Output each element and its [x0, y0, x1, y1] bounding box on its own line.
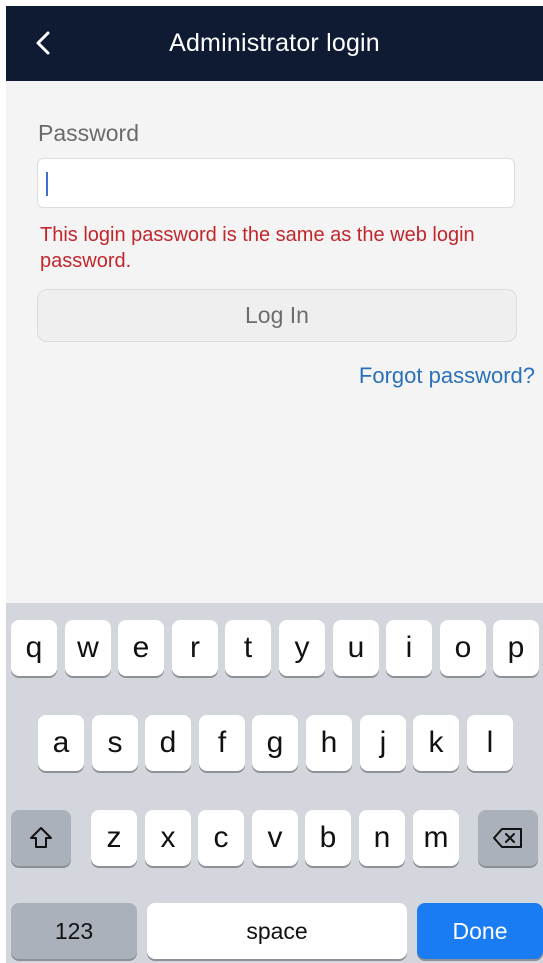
backspace-icon	[493, 828, 522, 848]
page-title: Administrator login	[169, 29, 380, 57]
key-o[interactable]: o	[440, 620, 486, 676]
key-k[interactable]: k	[413, 715, 459, 771]
login-screen: Administrator login Password This login …	[6, 6, 543, 963]
key-u[interactable]: u	[333, 620, 379, 676]
key-i[interactable]: i	[386, 620, 432, 676]
key-a[interactable]: a	[38, 715, 84, 771]
key-v[interactable]: v	[252, 810, 298, 866]
space-key[interactable]: space	[147, 903, 407, 959]
shift-icon	[30, 827, 52, 848]
password-input[interactable]	[37, 158, 515, 208]
key-w[interactable]: w	[65, 620, 111, 676]
key-p[interactable]: p	[493, 620, 539, 676]
key-z[interactable]: z	[91, 810, 137, 866]
key-m[interactable]: m	[413, 810, 459, 866]
key-j[interactable]: j	[360, 715, 406, 771]
key-b[interactable]: b	[305, 810, 351, 866]
key-q[interactable]: q	[11, 620, 57, 676]
login-button[interactable]: Log In	[37, 289, 517, 342]
key-e[interactable]: e	[118, 620, 164, 676]
done-key[interactable]: Done	[417, 903, 543, 959]
on-screen-keyboard: 123 space Done qwertyuiop asdfghjkl zxcvbn…	[6, 603, 543, 963]
key-x[interactable]: x	[145, 810, 191, 866]
key-n[interactable]: n	[359, 810, 405, 866]
password-hint: This login password is the same as the w…	[40, 224, 475, 272]
delete-key[interactable]	[478, 810, 538, 866]
key-y[interactable]: y	[279, 620, 325, 676]
key-h[interactable]: h	[306, 715, 352, 771]
text-cursor	[46, 172, 48, 196]
key-g[interactable]: g	[252, 715, 298, 771]
header-bar: Administrator login	[6, 6, 543, 81]
key-r[interactable]: r	[172, 620, 218, 676]
key-d[interactable]: d	[145, 715, 191, 771]
key-t[interactable]: t	[225, 620, 271, 676]
key-l[interactable]: l	[467, 715, 513, 771]
key-f[interactable]: f	[199, 715, 245, 771]
key-s[interactable]: s	[92, 715, 138, 771]
numbers-key[interactable]: 123	[11, 903, 137, 959]
forgot-password-link[interactable]: Forgot password?	[359, 363, 535, 389]
shift-key[interactable]	[11, 810, 71, 866]
key-c[interactable]: c	[198, 810, 244, 866]
password-label: Password	[38, 120, 139, 146]
